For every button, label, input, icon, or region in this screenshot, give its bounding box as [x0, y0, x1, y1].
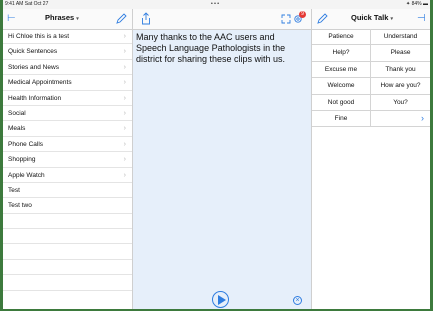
- phrase-list-item[interactable]: Stories and News ›: [3, 60, 132, 76]
- quick-talk-phrase[interactable]: Patience: [312, 29, 371, 45]
- quick-talk-grid: Patience Understand Help? Please Excuse me Th…: [312, 29, 430, 128]
- quick-talk-phrase[interactable]: Not good: [312, 94, 371, 110]
- quick-talk-row: Patience Understand: [312, 29, 430, 46]
- notification-badge: 9: [299, 11, 306, 18]
- phrases-title-label: Phrases: [45, 13, 75, 22]
- phrase-list-item-label: Test two: [8, 202, 32, 210]
- status-battery: ✦ 84% ▬: [406, 1, 428, 7]
- phrase-list-item-label: Apple Watch: [8, 171, 45, 179]
- chevron-right-icon: ›: [123, 48, 126, 56]
- quick-talk-title-label: Quick Talk: [351, 13, 389, 22]
- phrase-list-item-label: Quick Sentences: [8, 48, 58, 56]
- phrase-list-item[interactable]: Quick Sentences ›: [3, 44, 132, 60]
- phrase-list-item-label: Hi Chloe this is a test: [8, 33, 70, 40]
- phrases-pane: ⊢ Phrases ▾ Hi Chloe this is a test › Quic…: [3, 9, 133, 309]
- empty-list-row: [3, 275, 132, 291]
- quick-talk-title[interactable]: Quick Talk ▾: [351, 13, 393, 22]
- collapse-left-icon[interactable]: ⊢: [7, 13, 16, 24]
- quick-talk-phrase[interactable]: How are you?: [371, 78, 430, 93]
- play-button[interactable]: [212, 291, 229, 308]
- quick-talk-phrase[interactable]: Help?: [312, 45, 371, 61]
- empty-list-row: [3, 244, 132, 260]
- phrase-list-item-label: Medical Appointments: [8, 79, 72, 87]
- phrase-list-item-label: Stories and News: [8, 63, 59, 71]
- chevron-right-icon: ›: [123, 140, 126, 148]
- phrase-list-item[interactable]: Phone Calls ›: [3, 137, 132, 153]
- chevron-right-icon: ›: [123, 171, 126, 179]
- phrase-list-item-label: Phone Calls: [8, 140, 44, 148]
- quick-talk-phrase[interactable]: Excuse me: [312, 61, 371, 78]
- phrase-list-item[interactable]: Medical Appointments ›: [3, 75, 132, 91]
- quick-talk-phrase[interactable]: Thank you: [371, 62, 430, 77]
- quick-talk-phrase[interactable]: Understand: [371, 29, 430, 44]
- quick-talk-row: Help? Please: [312, 45, 430, 62]
- phrase-list-item-label: Meals: [8, 125, 26, 133]
- phrase-list-item[interactable]: Shopping ›: [3, 152, 132, 168]
- phrase-list-item-label: Test: [8, 186, 20, 194]
- pencil-icon[interactable]: [116, 13, 127, 24]
- phrase-list: Hi Chloe this is a test › Quick Sentences ›…: [3, 29, 132, 291]
- empty-list-row: [3, 229, 132, 245]
- phrase-list-item[interactable]: Health Information ›: [3, 91, 132, 106]
- phrase-list-item[interactable]: Hi Chloe this is a test ›: [3, 29, 132, 45]
- phrases-header: ⊢ Phrases ▾: [3, 9, 132, 30]
- quick-talk-row: Fine ›: [312, 110, 430, 128]
- phrase-list-item[interactable]: Social ›: [3, 106, 132, 122]
- empty-list-row: [3, 260, 132, 276]
- quick-talk-pane: Quick Talk ▾ ⊣ Patience Understand Help? Pl…: [312, 9, 430, 309]
- pencil-icon[interactable]: [317, 13, 328, 24]
- status-time: 9:41 AM Sat Oct 27: [5, 1, 49, 7]
- phrase-list-item[interactable]: Test: [3, 183, 132, 199]
- app-window: ⊢ Phrases ▾ Hi Chloe this is a test › Quic…: [3, 9, 430, 309]
- share-icon[interactable]: [141, 12, 151, 25]
- quick-talk-phrase[interactable]: Please: [371, 45, 430, 60]
- quick-talk-row: Welcome How are you?: [312, 78, 430, 95]
- chevron-right-icon: ›: [123, 94, 126, 102]
- chevron-right-icon: ›: [123, 33, 126, 40]
- empty-list-row: [3, 214, 132, 230]
- quick-talk-row: Excuse me Thank you: [312, 61, 430, 79]
- phrase-list-item[interactable]: Apple Watch ›: [3, 168, 132, 183]
- phrase-list-item-label: Health Information: [8, 94, 62, 102]
- editor-header: 9: [133, 9, 311, 30]
- chevron-right-icon: ›: [123, 125, 126, 133]
- chevron-down-icon: ▾: [390, 16, 393, 22]
- chevron-right-icon: ›: [123, 109, 126, 117]
- phrase-list-item-label: Social: [8, 109, 26, 117]
- quick-talk-row: Not good You?: [312, 94, 430, 111]
- collapse-right-icon[interactable]: ⊣: [417, 13, 426, 24]
- expand-icon[interactable]: [281, 14, 291, 24]
- quick-talk-phrase[interactable]: Welcome: [312, 78, 371, 94]
- phrase-list-item[interactable]: Test two: [3, 198, 132, 214]
- editor-pane: 9 Many thanks to the AAC users and Speec…: [133, 9, 312, 309]
- message-text[interactable]: Many thanks to the AAC users and Speech …: [136, 32, 306, 65]
- phrase-list-item[interactable]: Meals ›: [3, 121, 132, 137]
- chevron-right-icon: ›: [123, 156, 126, 164]
- chevron-right-icon: ›: [123, 79, 126, 87]
- next-page-icon[interactable]: ›: [371, 111, 430, 126]
- clear-icon[interactable]: ×: [293, 296, 302, 305]
- status-dots: • • •: [211, 1, 220, 7]
- quick-talk-header: Quick Talk ▾ ⊣: [312, 9, 430, 30]
- chevron-right-icon: ›: [123, 63, 126, 71]
- phrases-title[interactable]: Phrases ▾: [45, 13, 79, 22]
- status-bar: 9:41 AM Sat Oct 27 • • • ✦ 84% ▬: [3, 0, 430, 9]
- phrase-list-item-label: Shopping: [8, 156, 36, 164]
- quick-talk-phrase[interactable]: Fine: [312, 110, 371, 127]
- quick-talk-phrase[interactable]: You?: [371, 95, 430, 110]
- chevron-down-icon: ▾: [76, 16, 79, 22]
